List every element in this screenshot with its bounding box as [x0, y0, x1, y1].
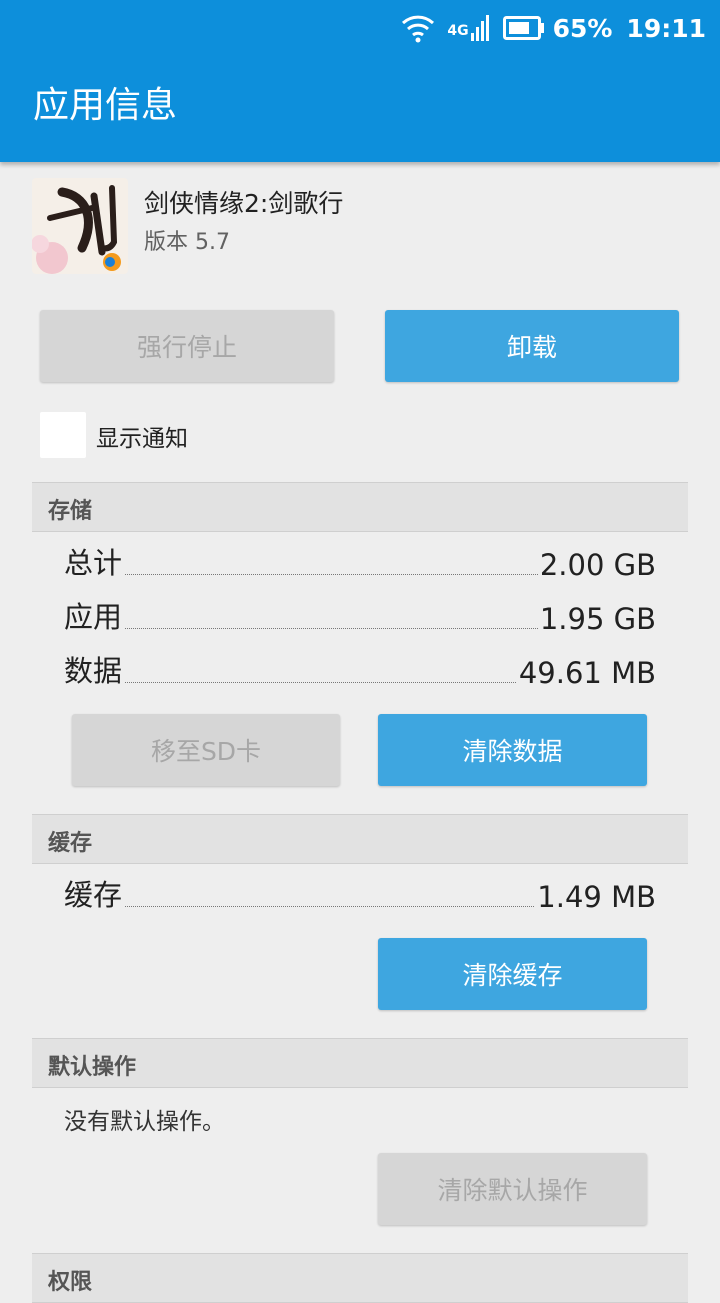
storage-total-value: 2.00 GB — [537, 548, 656, 582]
network-type: 4G — [447, 23, 469, 39]
app-version: 版本 5.7 — [144, 230, 230, 255]
cache-header-label: 缓存 — [48, 831, 93, 856]
battery-icon — [502, 16, 544, 40]
permissions-header-label: 权限 — [48, 1270, 93, 1295]
defaults-section-header: 默认操作 — [32, 1038, 688, 1088]
signal-icon — [470, 15, 489, 41]
storage-section-header: 存储 — [32, 482, 688, 532]
permissions-section-header: 权限 — [32, 1253, 688, 1303]
app-name: 剑侠情缘2:剑歌行 — [144, 189, 344, 218]
page-title: 应用信息 — [33, 85, 178, 126]
storage-row-total: 总计 2.00 GB — [64, 540, 656, 586]
storage-app-label: 应用 — [64, 594, 125, 636]
app-icon — [32, 178, 128, 274]
show-notification-label: 显示通知 — [96, 426, 188, 452]
storage-app-value: 1.95 GB — [537, 602, 656, 636]
cache-row: 缓存 1.49 MB — [64, 872, 656, 918]
battery-percent: 65% — [552, 13, 613, 43]
storage-header-label: 存储 — [48, 499, 93, 524]
status-bar: 4G 65% 19:11 — [401, 10, 706, 46]
clear-data-button[interactable]: 清除数据 — [378, 714, 647, 786]
storage-data-label: 数据 — [64, 648, 125, 690]
cache-section-header: 缓存 — [32, 814, 688, 864]
clock: 19:11 — [626, 13, 706, 43]
force-stop-button[interactable]: 强行停止 — [40, 310, 334, 382]
storage-total-label: 总计 — [64, 540, 125, 582]
storage-data-value: 49.61 MB — [516, 656, 656, 690]
defaults-header-label: 默认操作 — [48, 1055, 137, 1080]
storage-row-data: 数据 49.61 MB — [64, 648, 656, 694]
clear-cache-button[interactable]: 清除缓存 — [378, 938, 647, 1010]
move-to-sd-button[interactable]: 移至SD卡 — [72, 714, 340, 786]
cache-label: 缓存 — [64, 872, 125, 914]
storage-row-app: 应用 1.95 GB — [64, 594, 656, 640]
show-notification-checkbox[interactable] — [40, 412, 86, 458]
app-bar: 4G 65% 19:11 应用信息 — [0, 0, 720, 162]
wifi-icon — [402, 15, 435, 43]
no-defaults-text: 没有默认操作。 — [64, 1109, 225, 1135]
uninstall-button[interactable]: 卸载 — [385, 310, 679, 382]
clear-defaults-button[interactable]: 清除默认操作 — [378, 1153, 647, 1225]
cache-value: 1.49 MB — [535, 880, 656, 914]
